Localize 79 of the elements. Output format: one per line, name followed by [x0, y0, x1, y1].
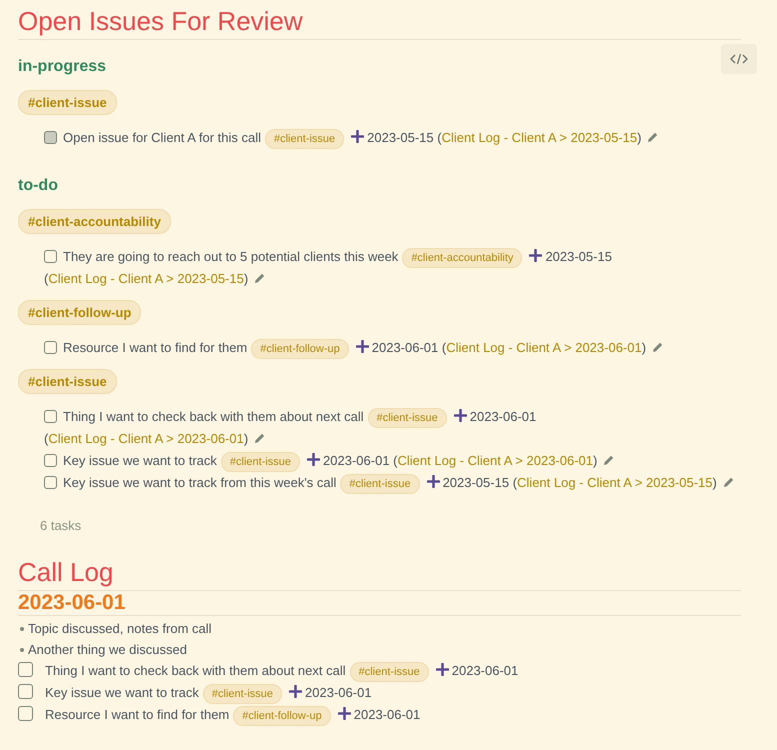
- checkbox[interactable]: [18, 706, 33, 721]
- note-text: Topic discussed, notes from call: [28, 620, 212, 638]
- tag[interactable]: #client-accountability: [402, 248, 522, 268]
- task-text: Key issue we want to track from this week's call: [63, 475, 336, 490]
- task-text: Resource I want to find for them: [63, 340, 248, 355]
- code-view-button[interactable]: [721, 44, 757, 74]
- tag[interactable]: #client-follow-up: [233, 706, 331, 726]
- task-date: 2023-05-15: [442, 475, 510, 490]
- task-date: 2023-06-01: [452, 663, 518, 678]
- task-source: (Client Log - Client A > 2023-05-15): [44, 271, 248, 286]
- plus-icon: [426, 475, 440, 488]
- plus-icon: [307, 453, 320, 466]
- checkbox[interactable]: [44, 131, 57, 144]
- tag[interactable]: #client-issue: [220, 452, 300, 472]
- tag-heading: #client-issue: [18, 90, 117, 115]
- task-date: 2023-06-01: [372, 340, 438, 355]
- bullet-icon: [20, 626, 24, 630]
- task-text: Thing I want to check back with them about next call: [63, 409, 364, 424]
- pencil-icon[interactable]: [651, 341, 664, 354]
- plus-icon: [529, 249, 542, 262]
- task-text: Key issue we want to track: [63, 453, 217, 468]
- tag-heading: #client-accountability: [18, 209, 171, 234]
- pencil-icon[interactable]: [722, 476, 735, 489]
- pencil-icon[interactable]: [646, 131, 660, 144]
- plus-icon: [454, 409, 467, 422]
- note-link[interactable]: Client Log - Client A > 2023-06-01: [398, 453, 594, 468]
- checkbox[interactable]: [44, 250, 57, 263]
- task-text: They are going to reach out to 5 potential clients this week: [63, 249, 398, 264]
- date-heading: 2023-06-01: [18, 591, 126, 615]
- task-text: Thing I want to check back with them about next call: [45, 663, 346, 678]
- task-text: Key issue we want to track: [45, 685, 199, 700]
- note-link[interactable]: Client Log - Client A > 2023-06-01: [446, 340, 642, 355]
- code-icon: [730, 53, 748, 65]
- note-link[interactable]: Client Log - Client A > 2023-05-15: [48, 271, 244, 286]
- task-date: 2023-06-01: [354, 707, 420, 722]
- tag-heading: #client-issue: [18, 369, 117, 394]
- task-source: (Client Log - Client A > 2023-06-01): [442, 340, 646, 355]
- page-title: Open Issues For Review: [18, 6, 303, 38]
- task-date: 2023-06-01: [305, 685, 372, 700]
- note-link[interactable]: Client Log - Client A > 2023-05-15: [517, 475, 713, 490]
- task-date: 2023-06-01: [470, 409, 536, 424]
- plus-icon: [351, 130, 364, 143]
- plus-icon: [289, 685, 302, 698]
- tag-heading: #client-follow-up: [18, 300, 142, 325]
- task-date: 2023-05-15: [545, 249, 612, 264]
- tag[interactable]: #client-issue: [264, 129, 344, 149]
- task-date: 2023-05-15: [367, 130, 434, 145]
- tag[interactable]: #client-issue: [202, 684, 282, 704]
- task-date: 2023-06-01: [323, 453, 390, 468]
- checkbox[interactable]: [44, 476, 57, 489]
- pencil-icon[interactable]: [253, 272, 266, 285]
- tag[interactable]: #client-follow-up: [251, 339, 349, 359]
- tag[interactable]: #client-issue: [368, 408, 447, 428]
- task-source: (Client Log - Client A > 2023-05-15): [512, 475, 717, 490]
- section-title: Call Log: [18, 557, 114, 589]
- task-source: (Client Log - Client A > 2023-06-01): [393, 453, 598, 468]
- tag[interactable]: #client-issue: [350, 662, 429, 682]
- plus-icon: [338, 707, 351, 720]
- task-text: Open issue for Client A for this call: [63, 130, 261, 145]
- note-text: Another thing we discussed: [28, 641, 187, 659]
- checkbox[interactable]: [44, 341, 57, 354]
- checkbox[interactable]: [44, 454, 57, 467]
- task-source: (Client Log - Client A > 2023-06-01): [44, 431, 248, 446]
- status-heading: to-do: [18, 177, 58, 195]
- pencil-icon[interactable]: [253, 432, 266, 445]
- note-link[interactable]: Client Log - Client A > 2023-05-15: [442, 130, 638, 145]
- tag[interactable]: #client-issue: [340, 474, 420, 494]
- bullet-icon: [20, 648, 24, 652]
- task-source: (Client Log - Client A > 2023-05-15): [437, 130, 642, 145]
- task-text: Resource I want to find for them: [45, 707, 230, 722]
- checkbox[interactable]: [18, 684, 33, 699]
- status-heading: in-progress: [18, 58, 106, 76]
- note-link[interactable]: Client Log - Client A > 2023-06-01: [48, 431, 244, 446]
- task-count: 6 tasks: [40, 518, 82, 533]
- checkbox[interactable]: [44, 410, 57, 423]
- plus-icon: [436, 663, 449, 676]
- pencil-icon[interactable]: [602, 454, 616, 467]
- plus-icon: [356, 340, 369, 353]
- checkbox[interactable]: [18, 662, 33, 677]
